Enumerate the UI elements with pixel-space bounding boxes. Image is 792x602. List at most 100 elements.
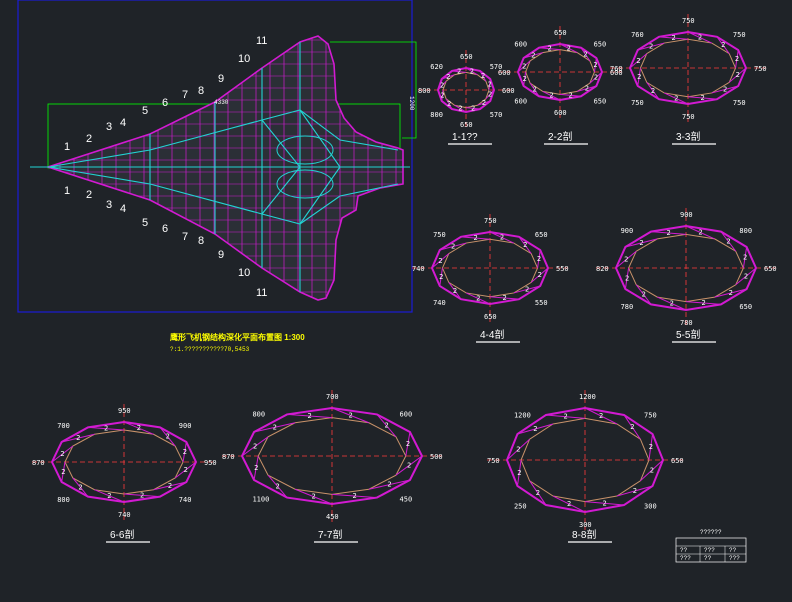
section-member-tag: 2	[471, 104, 475, 112]
section-dim-label: 800	[418, 87, 431, 95]
section-member-tag: 2	[137, 424, 141, 432]
section-member-tag: 2	[585, 85, 589, 93]
plan-section-mark-top: 8	[198, 85, 204, 97]
section-dim-label: 780	[621, 303, 634, 311]
section-dim-label: 650	[554, 29, 567, 37]
section-member-tag: 2	[308, 412, 312, 420]
section-dim-label: 1100	[252, 495, 269, 503]
section-member-tag: 2	[538, 271, 542, 279]
plan-section-mark-bottom: 11	[256, 287, 267, 299]
section-dim-label: 700	[57, 422, 70, 430]
side-dim-label: 1200	[408, 96, 415, 111]
section-dim-label: 600	[514, 97, 527, 105]
section-member-tag: 2	[594, 74, 598, 82]
section-dim-label: 650	[460, 121, 473, 129]
plan-view: 4330 123 4567 891011 1 23 45 67 891011	[30, 35, 410, 301]
plan-section-mark-bottom: 4	[120, 203, 126, 215]
section-view: 2 2 2 2 2 2 2 2 2 2 2 2 700 600 500 450 450 1100 870 800 7-7…	[222, 390, 443, 543]
section-member-tag: 2	[476, 294, 480, 302]
section-dim-label: 900	[680, 211, 693, 219]
section-dim-label: 500	[430, 453, 443, 461]
section-dim-label: 650	[739, 303, 752, 311]
section-member-tag: 2	[470, 67, 474, 75]
section-dim-label: 600	[498, 69, 511, 77]
section-member-tag: 2	[743, 254, 747, 262]
section-view: 222222222 2226505706005706508008006201-1?…	[418, 50, 515, 145]
section-dim-label: 620	[430, 63, 443, 71]
plan-section-mark-top: 1	[64, 141, 70, 153]
section-dim-label: 650	[484, 313, 497, 321]
section-member-tag: 2	[702, 299, 706, 307]
section-dim-label: 450	[400, 495, 413, 503]
section-member-tag: 2	[603, 499, 607, 507]
section-dim-label: 780	[680, 319, 693, 327]
section-member-tag: 2	[649, 43, 653, 51]
plan-section-mark-bottom: 7	[182, 231, 188, 243]
section-dim-label: 1200	[514, 412, 531, 420]
plan-section-mark-top: 3	[106, 121, 112, 133]
section-dim-label: 950	[204, 459, 217, 467]
section-dim-label: 750	[644, 412, 657, 420]
section-dim-label: 950	[118, 407, 131, 415]
plan-section-mark-bottom: 3	[106, 199, 112, 211]
section-member-tag: 2	[723, 85, 727, 93]
section-member-tag: 2	[624, 256, 628, 264]
section-member-tag: 2	[523, 75, 527, 83]
section-member-tag: 2	[107, 492, 111, 500]
section-member-tag: 2	[625, 275, 629, 283]
plan-title: 鹰形飞机钢结构深化平面布置图 1:300	[170, 332, 305, 342]
plan-subtitle: ?:1.???????????70,5453	[170, 346, 250, 353]
section-member-tag: 2	[183, 448, 187, 456]
section-member-tag: 2	[721, 41, 725, 49]
section-dim-label: 650	[535, 231, 548, 239]
section-member-tag: 2	[453, 287, 457, 295]
section-member-tag: 2	[726, 237, 730, 245]
section-dim-label: 870	[222, 453, 235, 461]
section-member-tag: 2	[674, 94, 678, 102]
section-label: 3-3剖	[676, 130, 700, 143]
section-member-tag: 2	[630, 423, 634, 431]
section-dim-label: 650	[594, 97, 607, 105]
section-member-tag: 2	[522, 62, 526, 70]
section-dim-label: 550	[535, 299, 548, 307]
section-dim-label: 870	[32, 459, 45, 467]
section-label: 6-6剖	[110, 528, 134, 541]
title-block-cell-6: ???	[729, 555, 740, 562]
section-member-tag: 2	[698, 228, 702, 236]
section-member-tag: 2	[672, 34, 676, 42]
section-view: 2 2 2 2 2 2 2 2 2 2 2 2 900 800 650 650 780 780 820 900 5-5剖	[596, 208, 777, 343]
plan-section-mark-bottom: 10	[238, 267, 250, 279]
section-member-tag: 2	[593, 61, 597, 69]
section-dim-label: 750	[631, 99, 644, 107]
section-member-tag: 2	[168, 482, 172, 490]
section-dim-label: 750	[487, 457, 500, 465]
section-member-tag: 2	[533, 86, 537, 94]
section-member-tag: 2	[451, 243, 455, 251]
plan-section-mark-top: 7	[182, 89, 188, 101]
title-block: ?????? ?? ??? ?? ??? ?? ???	[675, 529, 747, 563]
section-dim-label: 740	[118, 511, 131, 519]
cad-drawing-canvas[interactable]: 1200 4330 123 4567 891011 1 23 45 67 891011 鹰形…	[0, 0, 792, 602]
section-dim-label: 250	[514, 502, 527, 510]
section-dim-label: 570	[490, 111, 503, 119]
section-member-tag: 2	[599, 412, 603, 420]
section-member-tag: 2	[457, 68, 461, 76]
section-member-tag: 2	[104, 425, 108, 433]
section-dim-label: 650	[460, 53, 473, 61]
section-member-tag: 2	[736, 71, 740, 79]
section-member-tag: 2	[254, 464, 258, 472]
section-member-tag: 2	[60, 450, 64, 458]
section-dim-label: 800	[57, 496, 70, 504]
sections-group: 222222222 2226505706005706508008006201-1?…	[32, 14, 777, 543]
section-dim-label: 600	[514, 41, 527, 49]
section-member-tag: 2	[735, 55, 739, 63]
section-dim-label: 740	[412, 265, 425, 273]
section-dim-label: 750	[682, 17, 695, 25]
plan-section-mark-top: 5	[142, 105, 148, 117]
section-dim-label: 650	[594, 41, 607, 49]
section-dim-label: 750	[754, 65, 767, 73]
title-block-header: ??????	[700, 529, 722, 536]
section-member-tag: 2	[384, 422, 388, 430]
section-member-tag: 2	[387, 481, 391, 489]
section-member-tag: 2	[61, 468, 65, 476]
